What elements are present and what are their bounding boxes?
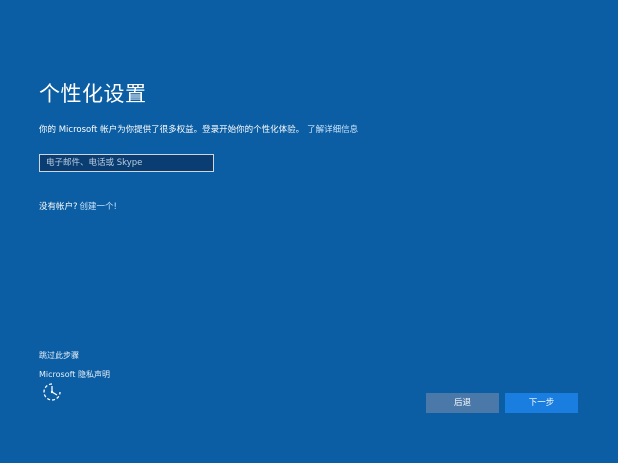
- no-account-line: 没有帐户? 创建一个!: [39, 201, 117, 213]
- description-line: 你的 Microsoft 帐户为你提供了很多权益。登录开始你的个性化体验。 了解详…: [39, 124, 358, 136]
- no-account-text: 没有帐户?: [39, 202, 78, 212]
- learn-more-link[interactable]: 了解详细信息: [307, 125, 358, 135]
- setup-screen: 个性化设置 你的 Microsoft 帐户为你提供了很多权益。登录开始你的个性化…: [0, 0, 618, 463]
- ease-of-access-icon[interactable]: [41, 381, 63, 403]
- ease-of-access-icon-graphic: [43, 383, 61, 401]
- privacy-statement-link[interactable]: Microsoft 隐私声明: [39, 369, 110, 380]
- page-title: 个性化设置: [39, 82, 147, 106]
- description-text: 你的 Microsoft 帐户为你提供了很多权益。登录开始你的个性化体验。: [39, 125, 305, 135]
- back-button[interactable]: 后退: [426, 393, 499, 413]
- next-button[interactable]: 下一步: [505, 393, 578, 413]
- skip-step-link[interactable]: 跳过此步骤: [39, 350, 79, 361]
- email-phone-skype-input[interactable]: [39, 154, 214, 172]
- create-account-link[interactable]: 创建一个!: [80, 202, 117, 212]
